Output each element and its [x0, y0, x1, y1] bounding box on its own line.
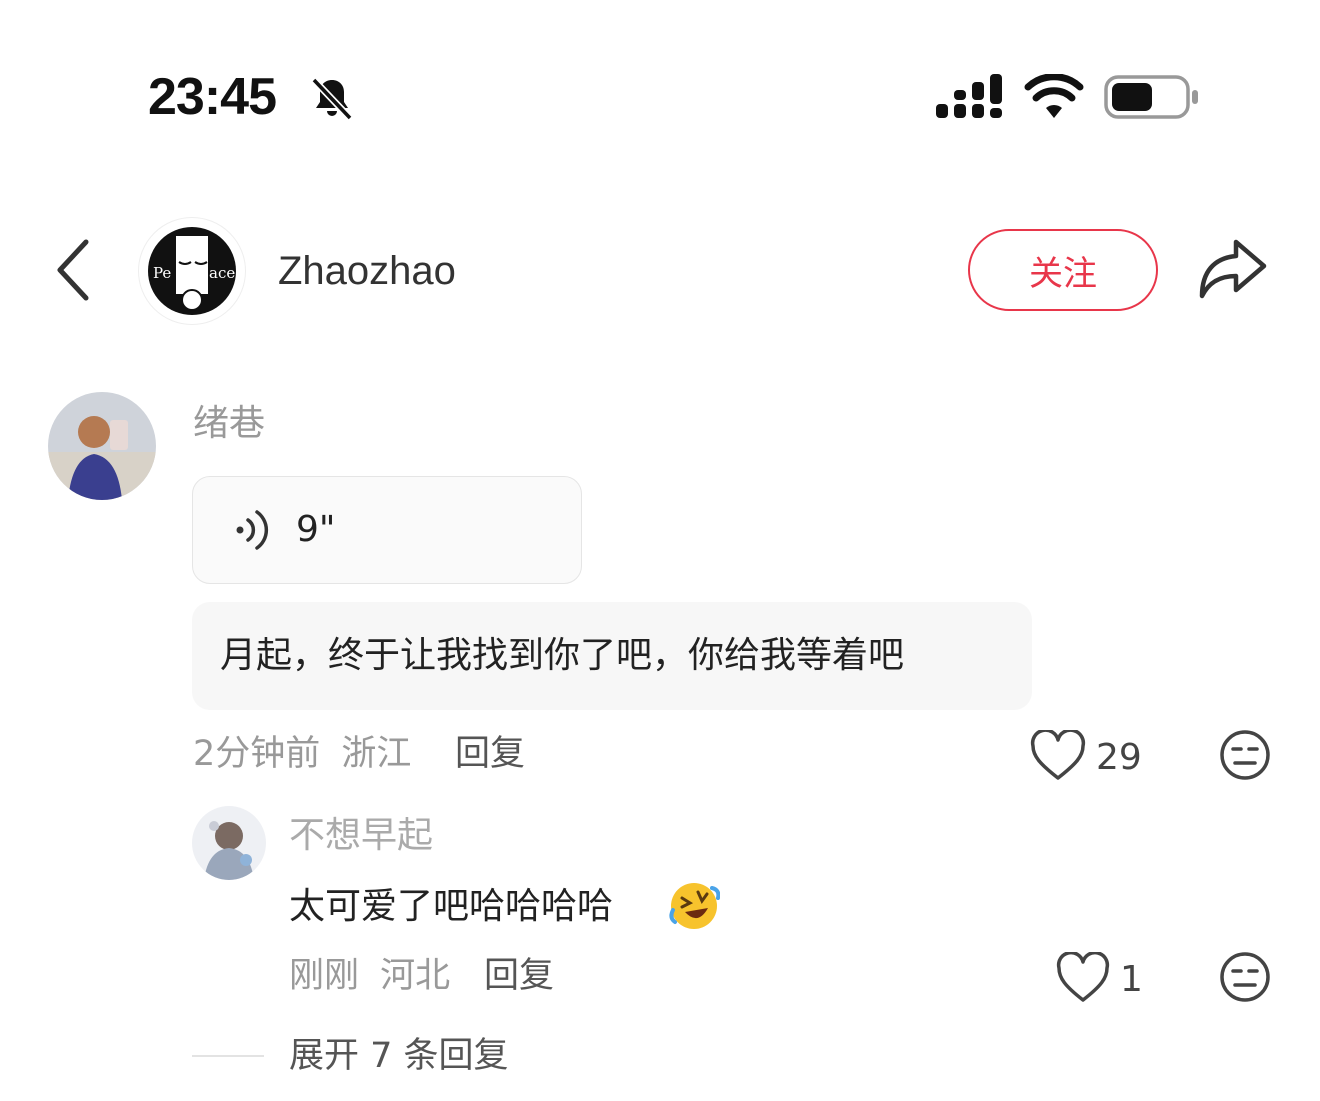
reply-location: 河北	[380, 956, 451, 996]
header-avatar[interactable]: Pe ace	[138, 217, 246, 325]
comment-text: 月起，终于让我找到你了吧，你给我等着吧	[220, 635, 905, 676]
status-time: 23:45	[148, 68, 277, 126]
comment-meta: 2分钟前 浙江	[193, 730, 411, 778]
reply-text: 太可爱了吧哈哈哈哈	[289, 886, 614, 927]
signal-icon	[936, 74, 1002, 118]
battery-icon	[1104, 75, 1198, 119]
reply-like-count: 1	[1120, 959, 1143, 1000]
svg-text:Pe: Pe	[153, 264, 171, 282]
voice-wave-icon	[236, 510, 269, 550]
comment-like-count: 29	[1096, 737, 1142, 778]
reply-reply-button[interactable]: 回复	[484, 952, 554, 1000]
expand-replies-button[interactable]: 展开 7 条回复	[289, 1032, 509, 1080]
follow-button[interactable]: 关注	[968, 229, 1158, 311]
expand-divider	[192, 1055, 264, 1057]
reply-time: 刚刚	[289, 956, 360, 996]
replier-avatar[interactable]	[192, 806, 266, 880]
chevron-left-icon[interactable]	[52, 238, 94, 302]
comment-reply-button[interactable]: 回复	[455, 730, 525, 778]
comment-time: 2分钟前	[193, 734, 321, 774]
replier-name[interactable]: 不想早起	[289, 812, 433, 860]
heart-icon[interactable]	[1030, 730, 1086, 782]
svg-text:ace: ace	[209, 264, 235, 282]
share-arrow-icon[interactable]	[1196, 236, 1268, 300]
meh-face-icon[interactable]	[1218, 950, 1272, 1004]
voice-duration: 9"	[296, 509, 336, 550]
commenter-name[interactable]: 绪巷	[193, 400, 265, 448]
bell-slash-icon	[311, 77, 353, 121]
meh-face-icon[interactable]	[1218, 728, 1272, 782]
comment-location: 浙江	[341, 734, 412, 774]
wifi-icon	[1024, 74, 1084, 118]
heart-icon[interactable]	[1056, 952, 1110, 1004]
commenter-avatar[interactable]	[48, 392, 156, 500]
header-username[interactable]: Zhaozhao	[278, 244, 456, 298]
reply-meta: 刚刚 河北	[289, 952, 450, 1000]
rofl-emoji-icon: 🤣	[668, 880, 721, 932]
